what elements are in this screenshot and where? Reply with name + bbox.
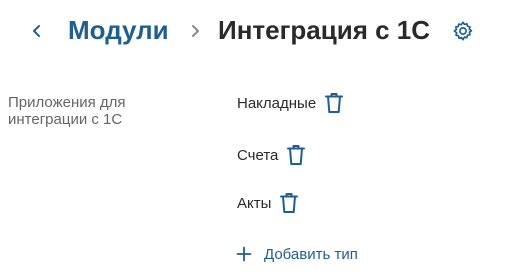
list-item: Акты bbox=[237, 188, 299, 218]
add-type-button[interactable]: Добавить тип bbox=[236, 242, 358, 266]
add-type-label: Добавить тип bbox=[264, 245, 358, 263]
item-label: Накладные bbox=[237, 94, 317, 112]
breadcrumb-modules-link[interactable]: Модули bbox=[68, 13, 169, 47]
page-header: Модули Интеграция с 1С bbox=[0, 0, 515, 62]
chevron-left-icon bbox=[33, 25, 40, 37]
delete-item-button[interactable] bbox=[324, 90, 344, 116]
settings-button[interactable] bbox=[451, 19, 475, 43]
delete-item-button[interactable] bbox=[279, 190, 299, 216]
page-title: Интеграция с 1С bbox=[218, 15, 431, 45]
plus-icon bbox=[236, 246, 252, 262]
back-button[interactable] bbox=[28, 20, 46, 42]
trash-icon bbox=[325, 93, 344, 113]
list-item: Накладные bbox=[237, 88, 344, 118]
chevron-right-icon bbox=[188, 21, 202, 41]
list-item: Счета bbox=[237, 140, 306, 170]
delete-item-button[interactable] bbox=[286, 142, 306, 168]
field-label: Приложения для интеграции с 1С bbox=[8, 94, 126, 128]
item-label: Счета bbox=[237, 146, 279, 164]
trash-icon bbox=[280, 193, 299, 213]
trash-icon bbox=[287, 145, 306, 165]
gear-icon bbox=[453, 21, 473, 41]
item-label: Акты bbox=[237, 194, 272, 212]
